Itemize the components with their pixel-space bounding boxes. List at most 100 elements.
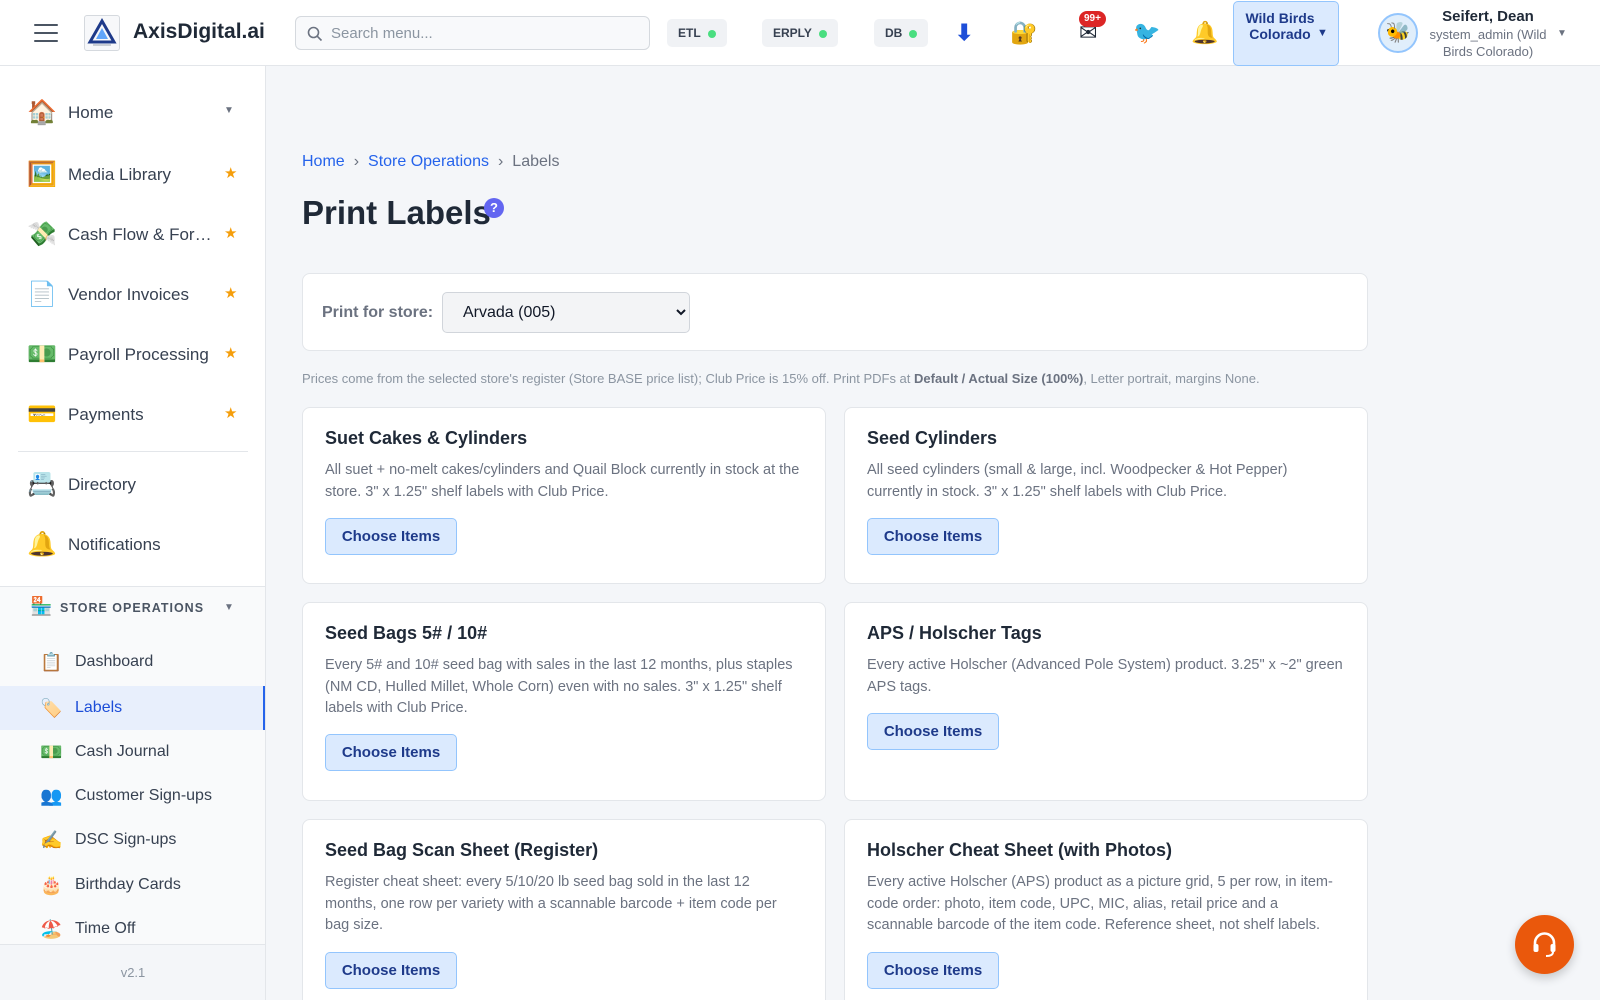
choose-items-button[interactable]: Choose Items — [325, 518, 457, 555]
card-title: Seed Bag Scan Sheet (Register) — [325, 840, 599, 860]
sidebar-item-label: Payments — [68, 405, 144, 424]
search-icon — [307, 26, 323, 42]
breadcrumb-store-operations[interactable]: Store Operations — [368, 153, 489, 170]
choose-items-button[interactable]: Choose Items — [325, 952, 457, 989]
info-bold: Default / Actual Size (100%) — [914, 371, 1084, 386]
sidebar-item-label: Home — [68, 103, 114, 122]
picture-icon: 🖼️ — [27, 161, 57, 188]
section-header-store-operations[interactable]: 🏪 STORE OPERATIONS ▼ — [0, 594, 265, 624]
card-title: Suet Cakes & Cylinders — [325, 428, 528, 448]
cash-icon: 💵 — [27, 341, 57, 368]
logo-mark-icon — [87, 17, 117, 46]
sidebar-item-label: Birthday Cards — [75, 876, 181, 893]
sidebar-item-label: Directory — [68, 475, 137, 494]
sidebar-item-media-library[interactable]: 🖼️ Media Library ★ — [0, 150, 265, 200]
sidebar-item-label: DSC Sign-ups — [75, 831, 177, 848]
sidebar-item-label: Labels — [75, 699, 123, 716]
bell-icon: 🔔 — [27, 531, 57, 558]
sidebar-item-label: Dashboard — [75, 653, 154, 670]
sidebar-item-vendor-invoices[interactable]: 📄 Vendor Invoices ★ — [0, 270, 265, 320]
print-instructions: Prices come from the selected store's re… — [302, 371, 1260, 386]
status-db-label: DB — [885, 26, 903, 40]
chevron-down-icon: ▼ — [1317, 27, 1328, 39]
sidebar-item-payments[interactable]: 💳 Payments ★ — [0, 390, 265, 440]
status-erply[interactable]: ERPLY — [762, 19, 838, 47]
card-title: Seed Bags 5# / 10# — [325, 623, 488, 643]
store-select[interactable]: Arvada (005) — [442, 292, 690, 333]
umbrella-icon: 🏖️ — [40, 919, 63, 939]
status-ok-dot — [707, 29, 716, 38]
user-name[interactable]: Seifert, Dean — [1428, 8, 1548, 25]
breadcrumb: Home › Store Operations › Labels — [302, 153, 559, 171]
sidebar-item-birthday-cards[interactable]: 🎂 Birthday Cards — [0, 863, 265, 907]
card-description: Every active Holscher (Advanced Pole Sys… — [867, 657, 1343, 695]
sidebar-item-dsc-signups[interactable]: ✍️ DSC Sign-ups — [0, 818, 265, 862]
section-label: STORE OPERATIONS — [60, 601, 205, 615]
status-etl[interactable]: ETL — [667, 19, 727, 47]
search-box[interactable] — [295, 16, 650, 50]
org-name: Wild Birds Colorado — [1245, 10, 1315, 42]
sidebar-item-notifications[interactable]: 🔔 Notifications — [0, 520, 265, 570]
company-logo[interactable] — [84, 15, 120, 51]
status-db[interactable]: DB — [874, 19, 929, 47]
star-icon[interactable]: ★ — [224, 404, 237, 422]
sidebar-item-label: Cash Journal — [75, 743, 170, 760]
choose-items-button[interactable]: Choose Items — [325, 734, 457, 771]
hamburger-menu-icon[interactable] — [34, 24, 58, 42]
sidebar-item-label: Payroll Processing — [68, 345, 209, 364]
card-index-icon: 📇 — [27, 471, 57, 498]
breadcrumb-separator: › — [353, 153, 360, 170]
info-suffix: , Letter portrait, margins None. — [1083, 371, 1260, 386]
sidebar-item-cash-flow[interactable]: 💸 Cash Flow & Forecasting ★ — [0, 210, 265, 260]
choose-items-button[interactable]: Choose Items — [867, 518, 999, 555]
sidebar: 🏠 Home ▼ 🖼️ Media Library ★ 💸 Cash Flow … — [0, 66, 266, 1000]
sidebar-item-labels[interactable]: 🏷️ Labels — [0, 686, 265, 730]
bell-icon[interactable]: 🔔 — [1191, 18, 1218, 48]
cash-icon: 💵 — [40, 742, 63, 762]
headset-icon — [1533, 932, 1556, 957]
label-card-aps-holscher: APS / Holscher Tags Every active Holsche… — [844, 602, 1368, 801]
card-description: Every active Holscher (APS) product as a… — [867, 874, 1333, 933]
star-icon[interactable]: ★ — [224, 224, 237, 242]
house-icon: 🏠 — [27, 99, 57, 126]
sidebar-item-customer-signups[interactable]: 👥 Customer Sign-ups — [0, 774, 265, 818]
sidebar-item-label: Time Off — [75, 920, 136, 937]
star-icon[interactable]: ★ — [224, 284, 237, 302]
sidebar-item-directory[interactable]: 📇 Directory — [0, 460, 265, 510]
sidebar-divider — [18, 451, 248, 452]
label-card-suet-cakes: Suet Cakes & Cylinders All suet + no-mel… — [302, 407, 826, 584]
search-input[interactable] — [331, 17, 641, 49]
cake-icon: 🎂 — [40, 875, 63, 895]
page-title: Print Labels — [302, 194, 491, 231]
brand-name[interactable]: AxisDigital.ai — [133, 20, 265, 44]
clipboard-icon: 📋 — [40, 652, 63, 672]
document-icon: 📄 — [27, 281, 57, 308]
sidebar-item-home[interactable]: 🏠 Home ▼ — [0, 88, 265, 138]
credit-card-icon: 💳 — [27, 401, 57, 428]
help-icon[interactable]: ? — [484, 198, 504, 218]
star-icon[interactable]: ★ — [224, 344, 237, 362]
store-select-label: Print for store: — [322, 304, 434, 321]
sidebar-item-cash-journal[interactable]: 💵 Cash Journal — [0, 730, 265, 774]
sidebar-item-label: Customer Sign-ups — [75, 787, 212, 804]
lock-icon[interactable]: 🔐 — [1010, 18, 1037, 48]
sidebar-item-label: Cash Flow & Forecasting — [68, 225, 213, 244]
card-description: All seed cylinders (small & large, incl.… — [867, 462, 1288, 500]
card-title: APS / Holscher Tags — [867, 623, 1042, 643]
sidebar-item-label: Media Library — [68, 165, 171, 184]
choose-items-button[interactable]: Choose Items — [867, 952, 999, 989]
choose-items-button[interactable]: Choose Items — [867, 713, 999, 750]
support-button[interactable] — [1515, 915, 1574, 974]
breadcrumb-home[interactable]: Home — [302, 153, 345, 170]
sidebar-item-dashboard[interactable]: 📋 Dashboard — [0, 640, 265, 684]
star-icon[interactable]: ★ — [224, 164, 237, 182]
info-prefix: Prices come from the selected store's re… — [302, 371, 915, 386]
chevron-down-icon[interactable]: ▼ — [1557, 28, 1567, 39]
bird-icon[interactable]: 🐦 — [1133, 18, 1160, 48]
org-switcher[interactable]: Wild Birds Colorado ▼ — [1233, 1, 1339, 66]
download-icon[interactable]: ⬇ — [955, 18, 973, 48]
avatar[interactable]: 🐝 — [1378, 13, 1418, 53]
sidebar-item-payroll[interactable]: 💵 Payroll Processing ★ — [0, 330, 265, 380]
sidebar-item-label: Vendor Invoices — [68, 285, 189, 304]
store-selector-panel: Print for store: Arvada (005) — [302, 273, 1368, 351]
